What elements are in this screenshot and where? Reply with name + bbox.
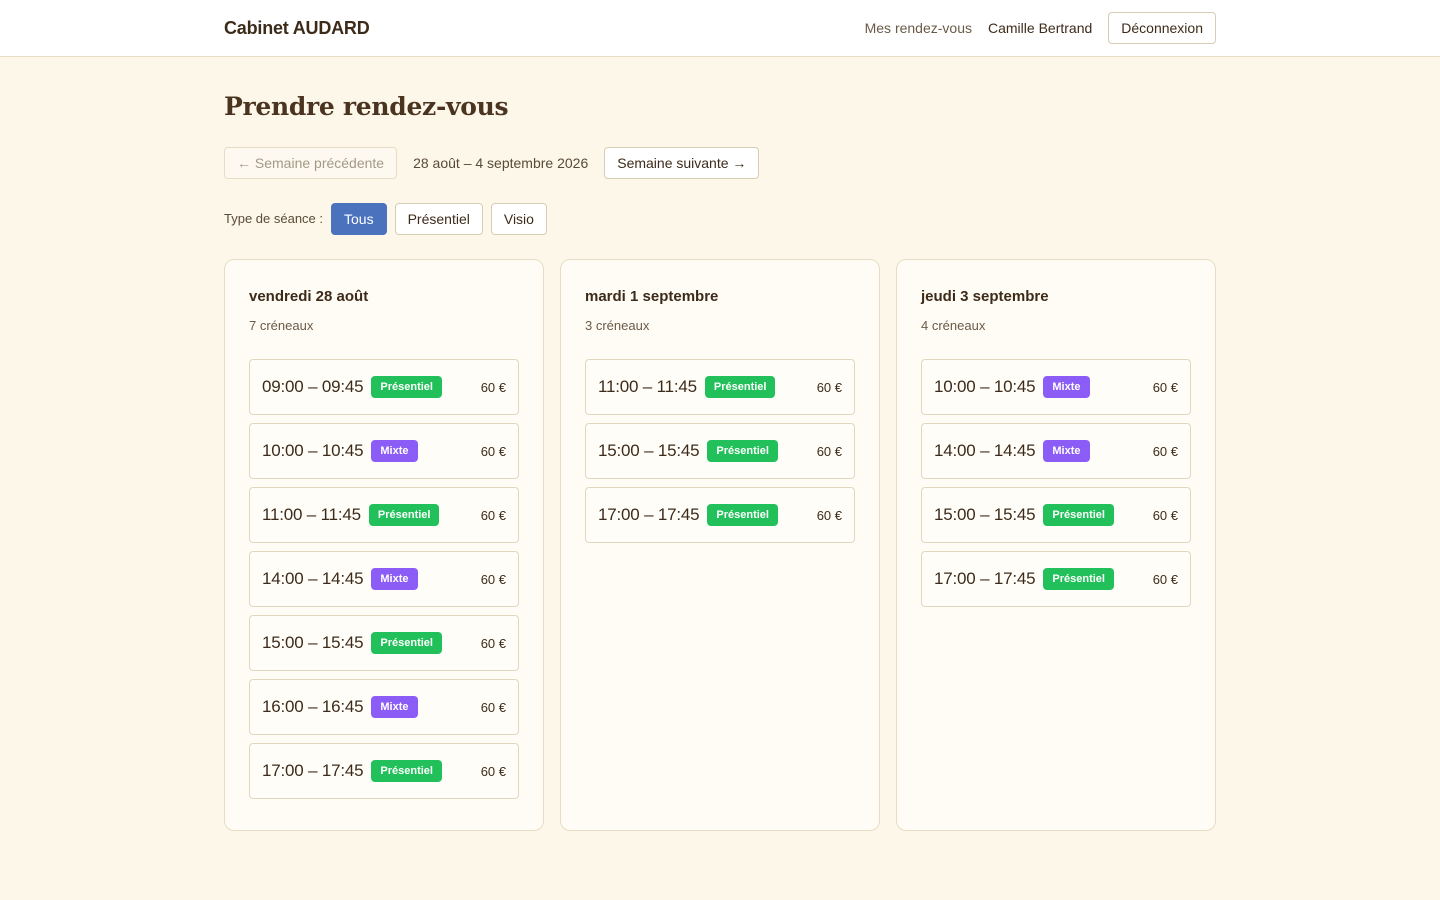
time-slot[interactable]: 10:00 – 10:45 Mixte 60 € [921,359,1191,415]
day-card-thursday-3: jeudi 3 septembre 4 créneaux 10:00 – 10:… [896,259,1216,831]
filter-label: Type de séance : [224,211,324,226]
slot-price: 60 € [480,507,506,523]
top-nav: Mes rendez-vous Camille Bertrand Déconne… [865,12,1216,44]
time-slot[interactable]: 14:00 – 14:45 Mixte 60 € [249,551,519,607]
day-title: vendredi 28 août [249,288,369,305]
slot-time: 15:00 – 15:45 [934,505,1036,524]
slot-time: 11:00 – 11:45 [598,377,697,396]
slot-time: 15:00 – 15:45 [598,441,700,460]
slot-price: 60 € [1152,571,1178,587]
slot-price: 60 € [1152,443,1178,459]
brand-logo[interactable]: Cabinet AUDARD [224,18,370,39]
filter-visio-button[interactable]: Visio [490,202,547,235]
time-slot[interactable]: 09:00 – 09:45 Présentiel 60 € [249,359,519,415]
logout-button[interactable]: Déconnexion [1108,12,1216,44]
slot-price: 60 € [480,699,506,715]
slot-time: 10:00 – 10:45 [934,377,1036,396]
user-name: Camille Bertrand [988,20,1093,36]
slot-list: 11:00 – 11:45 Présentiel 60 €15:00 – 15:45… [585,359,855,543]
slot-time: 15:00 – 15:45 [262,633,364,652]
time-slot[interactable]: 11:00 – 11:45 Présentiel 60 € [585,359,855,415]
slot-time: 09:00 – 09:45 [262,377,364,396]
slot-price: 60 € [1152,379,1178,395]
time-slot[interactable]: 17:00 – 17:45 Présentiel 60 € [921,551,1191,607]
time-slot[interactable]: 17:00 – 17:45 Présentiel 60 € [585,487,855,543]
session-type-badge: Mixte [371,440,418,462]
time-slot[interactable]: 14:00 – 14:45 Mixte 60 € [921,423,1191,479]
day-title: mardi 1 septembre [585,288,719,305]
week-range-label: 28 août – 4 septembre 2026 [413,154,589,171]
slot-price: 60 € [480,443,506,459]
time-slot[interactable]: 15:00 – 15:45 Présentiel 60 € [249,615,519,671]
slot-time: 11:00 – 11:45 [262,505,361,524]
nav-my-appointments-link[interactable]: Mes rendez-vous [865,20,972,36]
slot-time: 17:00 – 17:45 [262,761,364,780]
slot-list: 10:00 – 10:45 Mixte 60 € 14:00 – 14:45 Mixte… [921,359,1191,607]
slot-time: 14:00 – 14:45 [262,569,364,588]
session-type-badge: Présentiel [371,376,442,398]
slot-price: 60 € [816,443,842,459]
slot-price: 60 € [480,379,506,395]
time-slot[interactable]: 10:00 – 10:45 Mixte 60 € [249,423,519,479]
day-slot-count: 3 créneaux [585,318,650,333]
session-type-badge: Mixte [371,696,418,718]
week-navigation: ← Semaine précédente 28 août – 4 septemb… [224,146,1216,179]
top-bar: Cabinet AUDARD Mes rendez-vous Camille B… [0,0,1440,57]
slot-price: 60 € [1152,507,1178,523]
session-type-badge: Présentiel [371,760,442,782]
slot-time: 17:00 – 17:45 [598,505,700,524]
session-type-badge: Présentiel [704,376,776,398]
slot-list: 09:00 – 09:45 Présentiel 60 €10:00 – 10:45… [249,359,519,799]
day-card-tuesday-1: mardi 1 septembre 3 créneaux 11:00 – 11:… [560,259,880,831]
session-type-badge: Présentiel [1043,568,1114,590]
slot-price: 60 € [480,763,506,779]
time-slot[interactable]: 15:00 – 15:45 Présentiel 60 € [585,423,855,479]
session-type-badge: Mixte [1043,440,1090,462]
day-title: jeudi 3 septembre [921,288,1049,305]
session-type-badge: Mixte [1043,376,1090,398]
filter-presentiel-button[interactable]: Présentiel [394,202,483,235]
day-card-friday-28: vendredi 28 août 7 créneaux 09:00 – 09:4… [224,259,544,831]
filter-all-button[interactable]: Tous [331,202,387,235]
top-bar-inner: Cabinet AUDARD Mes rendez-vous Camille B… [224,12,1216,44]
session-type-badge: Mixte [371,568,418,590]
slot-time: 10:00 – 10:45 [262,441,364,460]
session-type-badge: Présentiel [1043,504,1114,526]
slot-price: 60 € [480,571,506,587]
slot-time: 16:00 – 16:45 [262,697,364,716]
session-type-filter: Type de séance : Tous Présentiel Visio [224,202,1216,235]
days-grid: vendredi 28 août 7 créneaux 09:00 – 09:4… [224,259,1216,831]
main-content: Prendre rendez-vous ← Semaine précédente… [224,91,1216,831]
slot-price: 60 € [816,379,842,395]
previous-week-button[interactable]: ← Semaine précédente [224,146,398,179]
day-slot-count: 4 créneaux [921,318,986,333]
session-type-badge: Présentiel [707,440,778,462]
next-week-button[interactable]: Semaine suivante → [604,146,760,179]
slot-time: 17:00 – 17:45 [934,569,1036,588]
time-slot[interactable]: 17:00 – 17:45 Présentiel 60 € [249,743,519,799]
session-type-badge: Présentiel [371,632,442,654]
time-slot[interactable]: 11:00 – 11:45 Présentiel 60 € [249,487,519,543]
time-slot[interactable]: 15:00 – 15:45 Présentiel 60 € [921,487,1191,543]
slot-price: 60 € [816,507,842,523]
page-title: Prendre rendez-vous [224,92,509,121]
day-slot-count: 7 créneaux [249,318,314,333]
session-type-badge: Présentiel [707,504,778,526]
time-slot[interactable]: 16:00 – 16:45 Mixte 60 € [249,679,519,735]
slot-price: 60 € [480,635,506,651]
slot-time: 14:00 – 14:45 [934,441,1036,460]
session-type-badge: Présentiel [368,504,440,526]
